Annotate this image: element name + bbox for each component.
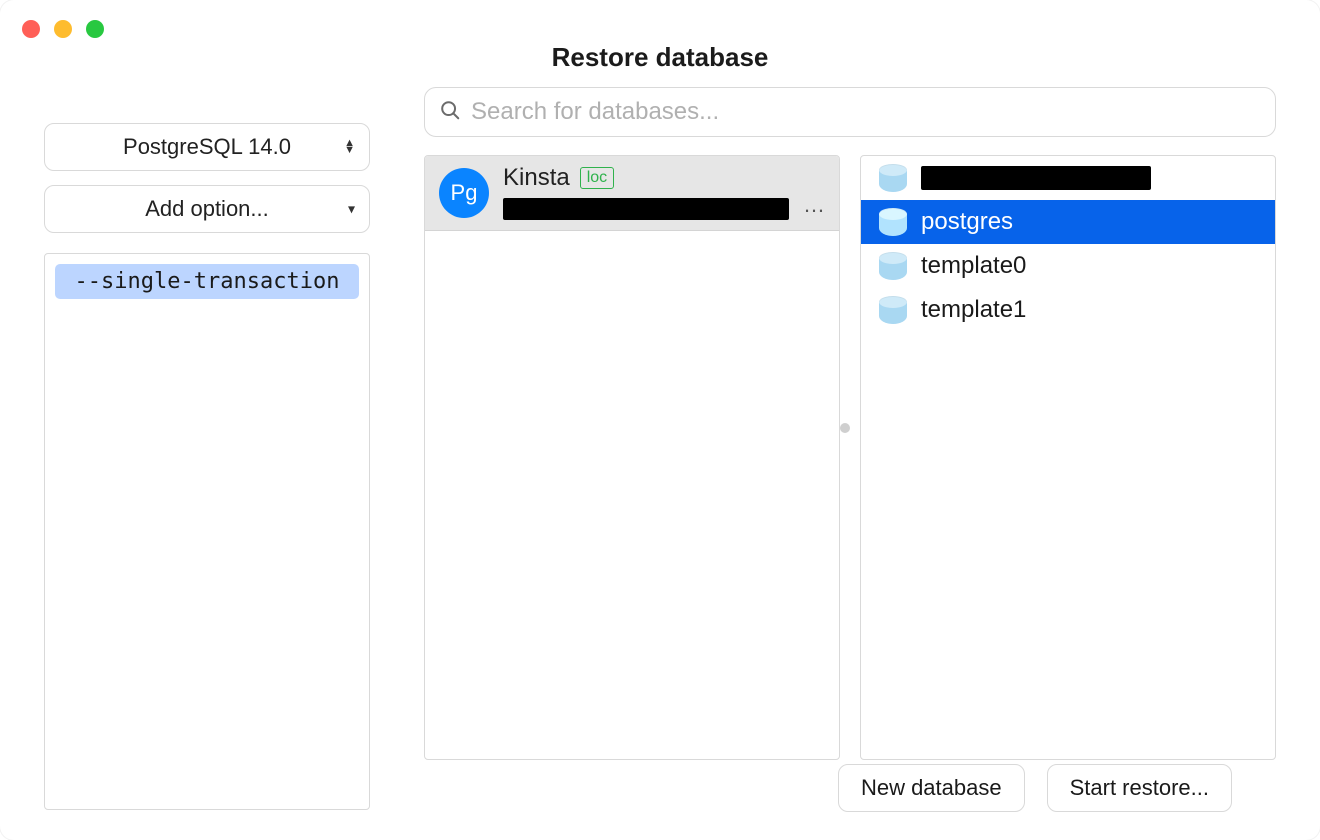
database-name: template1	[921, 296, 1026, 324]
database-icon	[879, 296, 907, 324]
connection-name: Kinsta	[503, 164, 570, 192]
location-badge: loc	[580, 167, 614, 189]
database-row-template0[interactable]: template0	[861, 244, 1275, 288]
split-panels: Pg Kinsta loc …	[424, 155, 1276, 760]
dialog-title: Restore database	[0, 0, 1320, 87]
pg-version-label: PostgreSQL 14.0	[123, 134, 291, 160]
database-row-template1[interactable]: template1	[861, 288, 1275, 332]
dialog-footer: New database Start restore...	[424, 760, 1276, 840]
maximize-window-button[interactable]	[86, 20, 104, 38]
database-icon	[879, 208, 907, 236]
option-single-transaction[interactable]: --single-transaction	[55, 264, 359, 299]
dialog-body: PostgreSQL 14.0 ▲▼ Add option... ▾ --sin…	[0, 87, 1320, 840]
options-sidebar: PostgreSQL 14.0 ▲▼ Add option... ▾ --sin…	[0, 87, 380, 840]
search-input[interactable]	[471, 98, 1261, 126]
stepper-icon: ▲▼	[344, 140, 355, 154]
search-icon	[439, 99, 461, 126]
add-option-label: Add option...	[145, 196, 269, 222]
window-controls	[22, 20, 104, 38]
databases-panel: postgres template0 template1	[860, 155, 1276, 760]
new-database-label: New database	[861, 775, 1002, 801]
start-restore-label: Start restore...	[1070, 775, 1209, 801]
database-picker: Pg Kinsta loc …	[380, 87, 1320, 840]
database-icon	[879, 252, 907, 280]
database-name-redacted	[921, 166, 1151, 190]
add-option-dropdown[interactable]: Add option... ▾	[44, 185, 370, 233]
pg-badge-text: Pg	[451, 180, 478, 206]
restore-database-window: Restore database PostgreSQL 14.0 ▲▼ Add …	[0, 0, 1320, 840]
connection-row[interactable]: Pg Kinsta loc …	[425, 156, 839, 231]
chevron-down-icon: ▾	[348, 201, 355, 218]
pg-version-select[interactable]: PostgreSQL 14.0 ▲▼	[44, 123, 370, 171]
start-restore-button[interactable]: Start restore...	[1047, 764, 1232, 812]
postgres-icon: Pg	[439, 168, 489, 218]
database-row[interactable]	[861, 156, 1275, 200]
connection-text: Kinsta loc	[503, 164, 789, 220]
split-handle[interactable]	[840, 423, 850, 433]
ellipsis-icon: …	[803, 192, 825, 220]
database-name: template0	[921, 252, 1026, 280]
close-window-button[interactable]	[22, 20, 40, 38]
connections-panel: Pg Kinsta loc …	[424, 155, 840, 760]
new-database-button[interactable]: New database	[838, 764, 1025, 812]
connection-host-redacted	[503, 198, 789, 220]
options-list: --single-transaction	[44, 253, 370, 810]
database-name: postgres	[921, 208, 1013, 236]
database-row-postgres[interactable]: postgres	[861, 200, 1275, 244]
database-icon	[879, 164, 907, 192]
minimize-window-button[interactable]	[54, 20, 72, 38]
search-field-wrapper[interactable]	[424, 87, 1276, 137]
